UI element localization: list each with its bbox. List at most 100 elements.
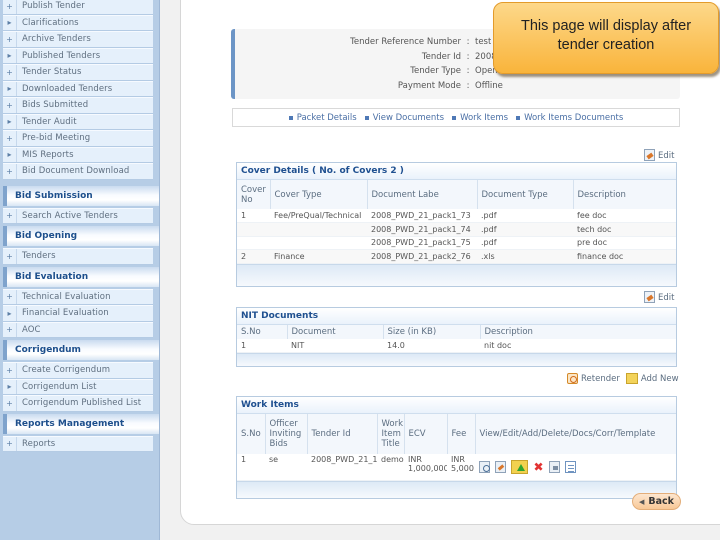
tab-packet-details[interactable]: Packet Details	[288, 113, 357, 123]
actions-cell: ✖	[475, 454, 676, 481]
cover-details-edit-link[interactable]: Edit	[644, 149, 674, 161]
add-new-folder-icon[interactable]	[625, 373, 638, 384]
table-row: 1 Fee/PreQual/Technical 2008_PWD_21_pack1_…	[237, 209, 676, 223]
sidebar-item-tender-audit[interactable]: ▸ Tender Audit	[3, 113, 153, 130]
table-cell	[270, 236, 367, 250]
menu-item-label: Tender Audit	[22, 116, 77, 127]
back-button[interactable]: ◀ Back	[632, 493, 681, 510]
sidebar-item-reports[interactable]: + Reports	[3, 435, 153, 452]
sidebar-item-bid-document-download[interactable]: + Bid Document Download	[3, 163, 153, 180]
column-header: Work Item Title	[377, 414, 405, 454]
work-items-panel: Work Items S.No Officer Inviting Bids Tend…	[236, 396, 677, 499]
sidebar-section-bid-evaluation[interactable]: Bid Evaluation	[3, 266, 159, 287]
arrow-bullet-icon: ▸	[3, 48, 17, 63]
plus-bullet-icon: +	[3, 0, 17, 14]
sidebar-item-bids-submitted[interactable]: + Bids Submitted	[3, 97, 153, 114]
plus-bullet-icon: +	[3, 363, 17, 378]
plus-bullet-icon: +	[3, 249, 17, 264]
menu-item-label: Bids Submitted	[22, 100, 89, 111]
sidebar-item-pre-bid-meeting[interactable]: + Pre-bid Meeting	[3, 130, 153, 147]
table-row: 1 se 2008_PWD_21_1 demo INR 1,000,000 INR 5,0…	[237, 454, 676, 481]
delete-icon[interactable]: ✖	[533, 461, 544, 473]
plus-bullet-icon: +	[3, 396, 17, 411]
cover-details-title: Cover Details ( No. of Covers 2 )	[237, 163, 676, 180]
sidebar-item-financial-evaluation[interactable]: ▸ Financial Evaluation	[3, 305, 153, 322]
arrow-bullet-icon: ▸	[3, 15, 17, 30]
sidebar-item-search-active-tenders[interactable]: + Search Active Tenders	[3, 207, 153, 224]
menu-item-label: Downloaded Tenders	[22, 83, 113, 94]
sidebar-top-menu: + Publish Tender ▸ Clarifications + Archive T…	[0, 0, 159, 180]
action-icons: ✖	[479, 459, 672, 474]
column-header: Cover Type	[270, 180, 368, 209]
bullet-square-icon	[516, 115, 521, 120]
sidebar-item-corrigendum-list[interactable]: ▸ Corrigendum List	[3, 378, 153, 395]
tender-info-row: Payment Mode: Offline	[235, 81, 684, 93]
sidebar-section-corrigendum[interactable]: Corrigendum	[3, 340, 159, 360]
sidebar-item-create-corrigendum[interactable]: + Create Corrigendum	[3, 362, 153, 379]
sidebar-item-archive-tenders[interactable]: + Archive Tenders	[3, 31, 153, 48]
tab-label: Work Items	[460, 112, 509, 123]
tab-work-items-documents[interactable]: Work Items Documents	[516, 113, 623, 123]
sidebar-item-corrigendum-published-list[interactable]: + Corrigendum Published List	[3, 395, 153, 412]
column-header: Tender Id	[307, 414, 378, 454]
column-header: Document Labe	[367, 180, 478, 209]
menu-item-label: Technical Evaluation	[22, 291, 111, 302]
info-value: test	[475, 37, 492, 47]
work-items-actions: Retender Add New	[567, 373, 679, 384]
sidebar-section-reports-management[interactable]: Reports Management	[3, 413, 159, 434]
edit-document-icon	[644, 291, 655, 303]
tab-label: View Documents	[372, 112, 445, 123]
column-header: Officer Inviting Bids	[265, 414, 308, 454]
table-cell-ecv: INR 1,000,000	[404, 454, 447, 481]
sidebar-item-downloaded-tenders[interactable]: ▸ Downloaded Tenders	[3, 80, 153, 97]
edit-icon[interactable]	[495, 460, 506, 473]
sidebar-item-mis-reports[interactable]: ▸ MIS Reports	[3, 146, 153, 163]
table-cell: tech doc	[573, 222, 676, 237]
arrow-bullet-icon: ▸	[3, 379, 17, 394]
table-cell: Fee/PreQual/Technical	[270, 209, 367, 223]
sidebar-item-technical-evaluation[interactable]: + Technical Evaluation	[3, 288, 153, 305]
plus-bullet-icon: +	[3, 131, 17, 146]
table-cell: 1	[237, 209, 270, 223]
table-cell	[270, 222, 367, 237]
table-cell-tender-id: 2008_PWD_21_1	[307, 454, 377, 481]
table-cell: 2008_PWD_21_pack1_73	[367, 209, 477, 223]
sidebar-item-tenders[interactable]: + Tenders	[3, 248, 153, 265]
table-cell: 2008_PWD_21_pack1_74	[367, 222, 477, 237]
sidebar-section-bid-submission[interactable]: Bid Submission	[3, 185, 159, 206]
nit-documents-footer	[237, 353, 676, 366]
docs-icon[interactable]	[549, 460, 560, 473]
table-cell: nit doc	[480, 339, 676, 353]
nit-documents-edit-link[interactable]: Edit	[644, 291, 674, 303]
plus-bullet-icon: +	[3, 65, 17, 80]
callout-text: This page will display after tender crea…	[520, 18, 692, 53]
add-icon[interactable]	[511, 459, 528, 474]
template-icon[interactable]	[565, 460, 576, 473]
sidebar-section-bid-opening[interactable]: Bid Opening	[3, 226, 159, 246]
arrow-bullet-icon: ▸	[3, 306, 17, 321]
view-icon[interactable]	[479, 460, 490, 473]
work-items-title: Work Items	[237, 397, 676, 414]
tab-view-documents[interactable]: View Documents	[364, 112, 445, 123]
arrow-bullet-icon: ▸	[3, 114, 17, 129]
column-header: Document	[287, 325, 384, 339]
plus-bullet-icon: +	[3, 32, 17, 47]
table-cell: fee doc	[573, 209, 676, 223]
sidebar-item-tender-status[interactable]: + Tender Status	[3, 64, 153, 81]
table-cell: finance doc	[573, 249, 676, 264]
sidebar-item-clarifications[interactable]: ▸ Clarifications	[3, 14, 153, 31]
retender-link[interactable]: Retender	[581, 374, 620, 384]
sidebar-item-publish-tender[interactable]: + Publish Tender	[3, 0, 153, 15]
sidebar: + Publish Tender ▸ Clarifications + Archive T…	[0, 0, 160, 540]
plus-bullet-icon: +	[3, 208, 17, 223]
sidebar-item-aoc[interactable]: + AOC	[3, 321, 153, 338]
tab-work-items[interactable]: Work Items	[452, 113, 508, 123]
retender-icon[interactable]	[567, 373, 578, 384]
info-key: Tender Reference Number	[350, 37, 461, 47]
table-cell: 14.0	[383, 339, 480, 353]
table-cell: Finance	[270, 249, 367, 264]
back-arrow-icon: ◀	[639, 497, 645, 506]
add-new-link[interactable]: Add New	[641, 374, 679, 384]
sidebar-item-published-tenders[interactable]: ▸ Published Tenders	[3, 47, 153, 64]
table-cell: .pdf	[477, 236, 573, 250]
